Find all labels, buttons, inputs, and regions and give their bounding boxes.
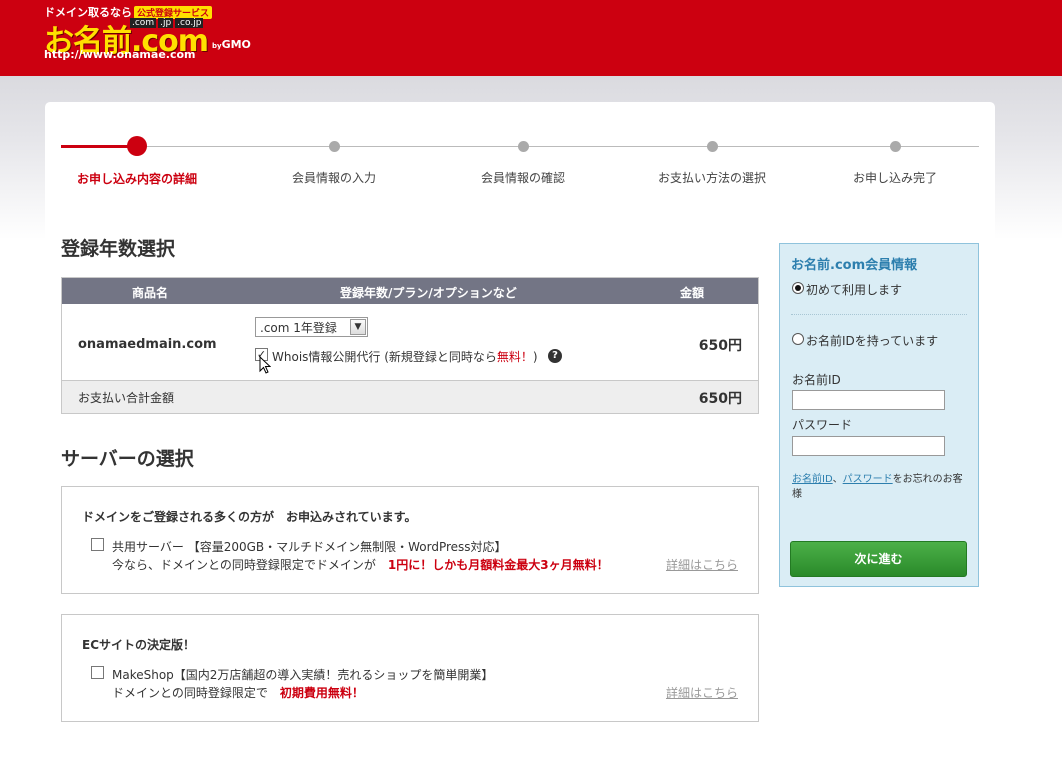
detail-link[interactable]: 詳細はこちら xyxy=(666,556,738,573)
step-dot xyxy=(328,141,340,152)
forgot-password-link[interactable]: パスワード xyxy=(843,474,893,485)
col-amount: 金額 xyxy=(680,286,705,300)
radio-new-user[interactable] xyxy=(792,282,804,294)
step-member-confirm: 会員情報の確認 xyxy=(438,132,608,186)
main-panel: お申し込み内容の詳細 会員情報の入力 会員情報の確認 お支払い方法の選択 お申し… xyxy=(45,102,995,765)
server-box-title: ドメインをご登録される多くの方が お申込みされています。 xyxy=(82,510,417,524)
server-box-title: ECサイトの決定版！ xyxy=(82,638,196,652)
step-details: お申し込み内容の詳細 xyxy=(52,132,222,187)
step-dot xyxy=(127,136,147,156)
step-complete: お申し込み完了 xyxy=(810,132,980,186)
makeshop-checkbox[interactable] xyxy=(91,666,104,679)
item-price: 650円 xyxy=(698,338,742,354)
registration-table: 商品名 登録年数/プラン/オプションなど 金額 onamaedmain.com … xyxy=(61,277,759,414)
logo-url: http://www.onamae.com xyxy=(44,48,196,61)
promo-highlight: 初期費用無料！ xyxy=(279,686,364,700)
detail-link[interactable]: 詳細はこちら xyxy=(666,684,738,701)
radio-existing-label[interactable]: お名前IDを持っています xyxy=(806,332,938,349)
progress-steps: お申し込み内容の詳細 会員情報の入力 会員情報の確認 お支払い方法の選択 お申し… xyxy=(61,132,979,192)
step-dot xyxy=(706,141,718,152)
total-label: お支払い合計金額 xyxy=(78,391,175,405)
shared-server-checkbox[interactable] xyxy=(91,538,104,551)
next-button[interactable]: 次に進む xyxy=(790,541,967,577)
domain-name: onamaedmain.com xyxy=(78,337,217,352)
radio-existing-user[interactable] xyxy=(792,333,804,345)
server-line: MakeShop【国内2万店舗超の導入実績！売れるショップを簡単開業】 xyxy=(112,668,494,682)
server-option-makeshop: ECサイトの決定版！ MakeShop【国内2万店舗超の導入実績！売れるショップ… xyxy=(61,614,759,722)
server-line: 共用サーバー 【容量200GB・マルチドメイン無制限・WordPress対応】 xyxy=(112,540,507,554)
server-option-shared: ドメインをご登録される多くの方が お申込みされています。 共用サーバー 【容量2… xyxy=(61,486,759,594)
onamae-logo[interactable]: ドメイン取るなら 公式登録サービス .com .jp .co.jp お名前.com b… xyxy=(44,4,274,64)
server-line: 今なら、ドメインとの同時登録限定でドメインが 1円に！しかも月額料金最大3ヶ月無… xyxy=(112,558,609,572)
col-plan: 登録年数/プラン/オプションなど xyxy=(340,286,517,300)
promo-highlight: 1円に！しかも月額料金最大3ヶ月無料！ xyxy=(387,558,609,572)
step-member-input: 会員情報の入力 xyxy=(249,132,419,186)
forgot-id-link[interactable]: お名前ID xyxy=(792,474,833,485)
col-product: 商品名 xyxy=(132,286,169,300)
member-info-panel: お名前.com会員情報 初めて利用します お名前IDを持っています お名前ID … xyxy=(779,243,979,587)
gmo-brand: byGMO xyxy=(212,38,251,51)
password-input[interactable] xyxy=(792,436,945,456)
help-icon[interactable]: ? xyxy=(548,349,562,363)
chevron-down-icon[interactable]: ▼ xyxy=(350,319,366,335)
forgot-links: お名前ID、パスワードをお忘れのお客様 xyxy=(792,474,963,500)
step-dot xyxy=(889,141,901,152)
server-heading: サーバーの選択 xyxy=(61,448,194,470)
server-line: ドメインとの同時登録限定で 初期費用無料！ xyxy=(112,686,364,700)
total-row: お支払い合計金額 650円 xyxy=(62,381,758,413)
member-title: お名前.com会員情報 xyxy=(791,258,918,273)
table-row: onamaedmain.com .com 1年登録 ▼ ✓ Whois情報公開代… xyxy=(62,304,758,381)
year-select[interactable]: .com 1年登録 ▼ xyxy=(255,317,368,337)
step-payment: お支払い方法の選択 xyxy=(627,132,797,186)
password-label: パスワード xyxy=(792,418,853,432)
onamae-id-input[interactable] xyxy=(792,390,945,410)
id-label: お名前ID xyxy=(792,373,841,387)
whois-label: Whois情報公開代行 (新規登録と同時なら無料！) xyxy=(272,350,538,364)
total-price: 650円 xyxy=(698,391,742,407)
site-header: ドメイン取るなら 公式登録サービス .com .jp .co.jp お名前.com b… xyxy=(0,0,1062,76)
divider xyxy=(791,314,967,315)
step-dot xyxy=(517,141,529,152)
mouse-cursor-icon xyxy=(259,356,271,374)
registration-heading: 登録年数選択 xyxy=(61,238,176,260)
radio-new-label[interactable]: 初めて利用します xyxy=(806,281,902,298)
table-header: 商品名 登録年数/プラン/オプションなど 金額 xyxy=(62,278,758,304)
